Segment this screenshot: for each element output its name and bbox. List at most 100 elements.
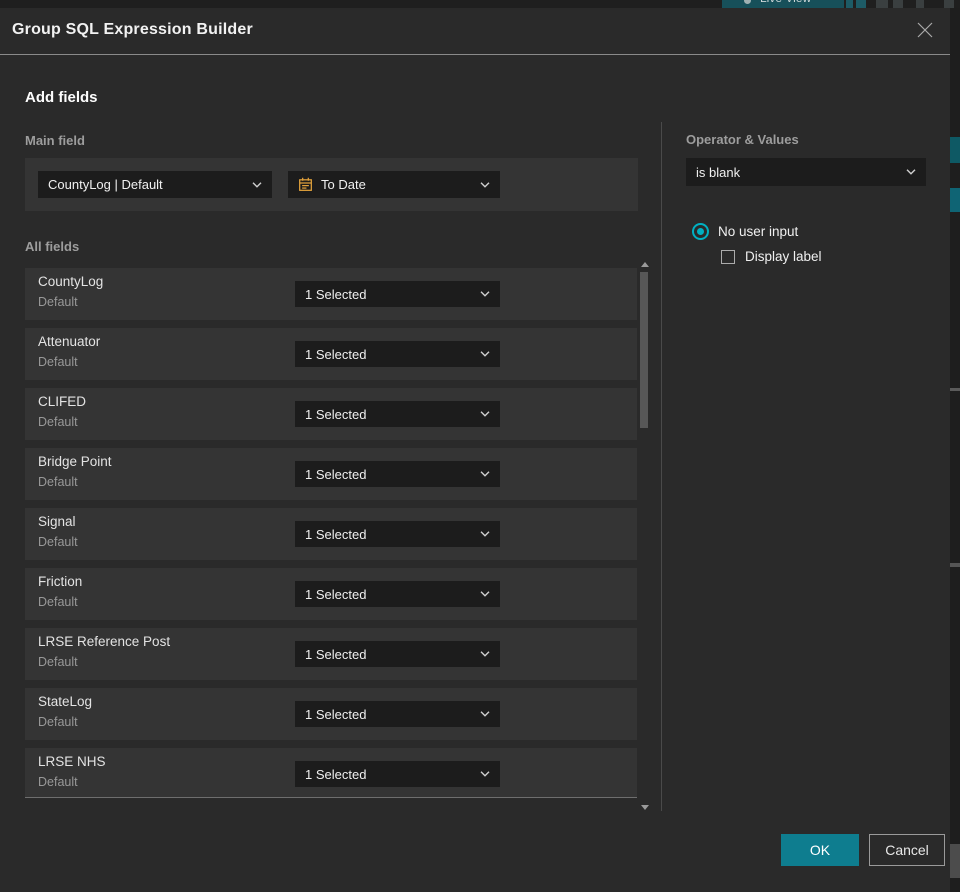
field-name: Bridge Point <box>38 454 112 469</box>
field-row: LRSE NHS Default 1 Selected <box>25 748 637 797</box>
operator-values-heading: Operator & Values <box>686 132 799 147</box>
dialog-title: Group SQL Expression Builder <box>12 21 253 38</box>
chevron-down-icon <box>480 531 490 537</box>
list-scrollbar[interactable] <box>640 262 649 810</box>
field-sublabel: Default <box>38 655 78 669</box>
field-name: CLIFED <box>38 394 87 409</box>
field-sublabel: Default <box>38 355 78 369</box>
main-field-container: CountyLog | Default To Date <box>25 158 638 211</box>
field-selection-value: 1 Selected <box>305 646 367 662</box>
panel-divider <box>661 122 662 811</box>
field-selection-dropdown[interactable]: 1 Selected <box>295 281 500 307</box>
display-label-checkbox[interactable]: Display label <box>721 249 822 264</box>
background-fragment <box>950 563 960 567</box>
field-sublabel: Default <box>38 715 78 729</box>
field-sublabel: Default <box>38 595 78 609</box>
all-fields-list: CountyLog Default 1 Selected Attenuator … <box>25 268 637 798</box>
chevron-down-icon <box>480 591 490 597</box>
field-sublabel: Default <box>38 775 78 789</box>
field-selection-dropdown[interactable]: 1 Selected <box>295 641 500 667</box>
chevron-down-icon <box>480 291 490 297</box>
field-name: CountyLog <box>38 274 104 289</box>
field-name: Signal <box>38 514 76 529</box>
ok-button[interactable]: OK <box>781 834 859 866</box>
scroll-down-arrow-icon[interactable] <box>641 805 649 810</box>
background-app-toolbar: Live View <box>0 0 960 8</box>
field-selection-dropdown[interactable]: 1 Selected <box>295 701 500 727</box>
chevron-down-icon <box>480 411 490 417</box>
field-selection-dropdown[interactable]: 1 Selected <box>295 581 500 607</box>
field-selection-dropdown[interactable]: 1 Selected <box>295 521 500 547</box>
no-user-input-label[interactable]: No user input <box>718 224 798 239</box>
field-sublabel: Default <box>38 415 78 429</box>
background-fragment <box>950 388 960 391</box>
field-name: Friction <box>38 574 83 589</box>
field-selection-dropdown[interactable]: 1 Selected <box>295 461 500 487</box>
display-label-text[interactable]: Display label <box>745 249 822 264</box>
scrollbar-thumb[interactable] <box>640 272 648 428</box>
field-selection-value: 1 Selected <box>305 526 367 542</box>
field-type-select[interactable]: To Date <box>288 171 500 198</box>
field-selection-dropdown[interactable]: 1 Selected <box>295 401 500 427</box>
operator-select-value: is blank <box>696 164 741 180</box>
field-row: Bridge Point Default 1 Selected <box>25 448 637 500</box>
field-row: Friction Default 1 Selected <box>25 568 637 620</box>
chevron-down-icon <box>480 771 490 777</box>
scroll-up-arrow-icon[interactable] <box>641 262 649 267</box>
background-fragment <box>950 137 960 163</box>
toolbar-fragment <box>944 0 954 8</box>
toolbar-fragment <box>846 0 853 8</box>
field-selection-value: 1 Selected <box>305 586 367 602</box>
toolbar-fragment <box>856 0 866 8</box>
screen: Live View Group SQL Expression Builder A… <box>0 0 960 892</box>
field-row: CLIFED Default 1 Selected <box>25 388 637 440</box>
live-view-dot-icon <box>744 0 751 4</box>
field-row: Attenuator Default 1 Selected <box>25 328 637 380</box>
field-name: StateLog <box>38 694 93 709</box>
chevron-down-icon <box>480 351 490 357</box>
background-fragment <box>950 188 960 212</box>
toolbar-fragment <box>876 0 888 8</box>
field-selection-value: 1 Selected <box>305 286 367 302</box>
field-selection-value: 1 Selected <box>305 466 367 482</box>
no-user-input-radio[interactable]: No user input <box>692 223 798 240</box>
field-selection-dropdown[interactable]: 1 Selected <box>295 761 500 787</box>
field-row: StateLog Default 1 Selected <box>25 688 637 740</box>
all-fields-label: All fields <box>25 239 80 254</box>
field-sublabel: Default <box>38 295 78 309</box>
field-name: Attenuator <box>38 334 101 349</box>
background-fragment <box>950 844 960 878</box>
operator-select[interactable]: is blank <box>686 158 926 186</box>
close-button[interactable] <box>914 20 936 42</box>
field-row: LRSE Reference Post Default 1 Selected <box>25 628 637 680</box>
close-icon <box>917 22 933 37</box>
main-field-select[interactable]: CountyLog | Default <box>38 171 272 198</box>
field-row: CountyLog Default 1 Selected <box>25 268 637 320</box>
field-selection-value: 1 Selected <box>305 706 367 722</box>
chevron-down-icon <box>480 651 490 657</box>
field-name: LRSE NHS <box>38 754 106 769</box>
field-type-select-value: To Date <box>321 177 366 192</box>
dialog-header: Group SQL Expression Builder <box>0 8 950 55</box>
radio-selected-icon <box>692 223 709 240</box>
field-selection-value: 1 Selected <box>305 346 367 362</box>
chevron-down-icon <box>252 181 262 188</box>
field-selection-dropdown[interactable]: 1 Selected <box>295 341 500 367</box>
group-sql-expression-builder-dialog: Group SQL Expression Builder Add fields … <box>0 8 950 892</box>
checkbox-unchecked-icon <box>721 249 735 264</box>
field-selection-value: 1 Selected <box>305 406 367 422</box>
background-app-panel <box>950 8 960 892</box>
cancel-button[interactable]: Cancel <box>869 834 945 866</box>
live-view-label: Live View <box>760 0 811 5</box>
chevron-down-icon <box>906 169 916 175</box>
main-field-label: Main field <box>25 133 85 148</box>
chevron-down-icon <box>480 181 490 188</box>
chevron-down-icon <box>480 711 490 717</box>
calendar-date-icon <box>298 177 313 192</box>
field-row: Signal Default 1 Selected <box>25 508 637 560</box>
field-sublabel: Default <box>38 535 78 549</box>
live-view-toggle[interactable]: Live View <box>722 0 844 8</box>
field-name: LRSE Reference Post <box>38 634 171 649</box>
add-fields-heading: Add fields <box>25 89 98 106</box>
field-sublabel: Default <box>38 475 78 489</box>
